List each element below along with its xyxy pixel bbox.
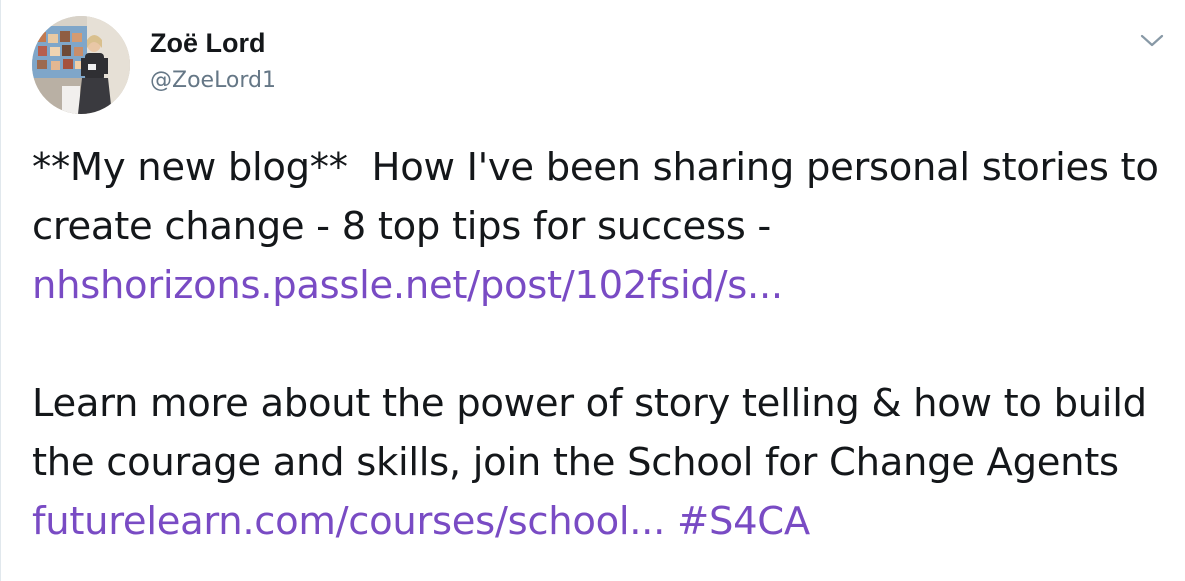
tweet-text-segment: **My new blog** How I've been sharing pe… [32, 145, 1171, 249]
course-link[interactable]: futurelearn.com/courses/school... [32, 499, 665, 544]
tweet-text-segment: Learn more about the power of story tell… [32, 381, 1159, 485]
tweet-text: **My new blog** How I've been sharing pe… [32, 138, 1172, 551]
author-handle[interactable]: @ZoeLord1 [150, 66, 276, 96]
author-block: Zoë Lord @ZoeLord1 [150, 26, 276, 96]
tweet-paragraph: **My new blog** How I've been sharing pe… [32, 138, 1172, 315]
avatar[interactable] [32, 16, 130, 114]
author-name[interactable]: Zoë Lord [150, 26, 276, 60]
hashtag-link[interactable]: #S4CA [677, 499, 810, 544]
tweet-paragraph: Learn more about the power of story tell… [32, 374, 1172, 551]
tweet-card: Zoë Lord @ZoeLord1 **My new blog** How I… [0, 0, 1185, 581]
avatar-image [32, 16, 130, 114]
blog-link[interactable]: nhshorizons.passle.net/post/102fsid/s... [32, 263, 783, 308]
chevron-down-icon[interactable] [1137, 26, 1167, 56]
link-spacer [665, 499, 677, 544]
divider-line [0, 0, 1, 581]
